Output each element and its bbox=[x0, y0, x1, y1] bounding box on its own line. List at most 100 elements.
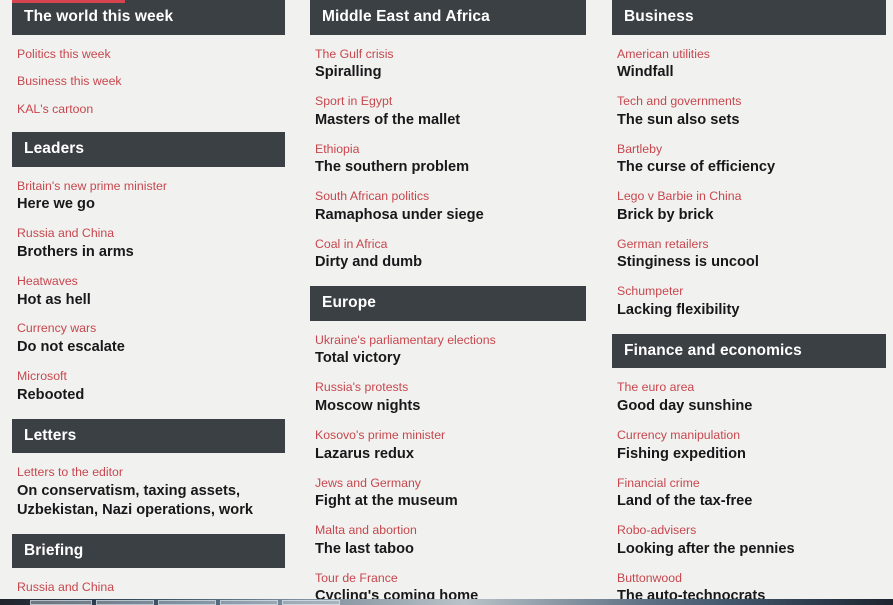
article-title-link[interactable]: Lacking flexibility bbox=[617, 301, 886, 320]
article-entry: Britain's new prime minister Here we go bbox=[17, 178, 285, 215]
article-title-link[interactable]: Windfall bbox=[617, 63, 886, 82]
article-rubric-link[interactable]: Currency wars bbox=[17, 320, 285, 337]
article-entry: Kosovo's prime minister Lazarus redux bbox=[315, 427, 586, 464]
article-title-link[interactable]: Fishing expedition bbox=[617, 445, 886, 464]
desktop-taskbar-strip bbox=[0, 599, 893, 605]
article-rubric-link[interactable]: Schumpeter bbox=[617, 283, 886, 300]
article-entry: Financial crime Land of the tax-free bbox=[617, 475, 886, 512]
article-title-link[interactable]: On conservatism, taxing assets, Uzbekist… bbox=[17, 482, 285, 520]
article-entry: Ukraine's parliamentary elections Total v… bbox=[315, 332, 586, 369]
article-entry: Currency manipulation Fishing expedition bbox=[617, 427, 886, 464]
article-entry: Tour de France Cycling's coming home bbox=[315, 570, 586, 599]
article-rubric-link[interactable]: Sport in Egypt bbox=[315, 93, 586, 110]
article-rubric-link[interactable]: Microsoft bbox=[17, 368, 285, 385]
article-rubric-link[interactable]: Robo-advisers bbox=[617, 522, 886, 539]
article-entry: Currency wars Do not escalate bbox=[17, 320, 285, 357]
article-rubric-link[interactable]: Lego v Barbie in China bbox=[617, 188, 886, 205]
article-title-link[interactable]: Do not escalate bbox=[17, 338, 285, 357]
contents-page: The world this week Politics this week Bus… bbox=[0, 0, 893, 599]
top-accent-bar bbox=[12, 0, 125, 3]
article-rubric-link[interactable]: Bartleby bbox=[617, 141, 886, 158]
article-title-link[interactable]: Brothers in arms bbox=[17, 243, 285, 262]
article-entry: Lego v Barbie in China Brick by brick bbox=[617, 188, 886, 225]
taskbar-window-button[interactable] bbox=[30, 600, 92, 605]
article-rubric-link[interactable]: The Gulf crisis bbox=[315, 46, 586, 63]
article-rubric-link[interactable]: Tour de France bbox=[315, 570, 586, 587]
article-title-link[interactable]: Looking after the pennies bbox=[617, 540, 886, 559]
article-title-link[interactable]: Lazarus redux bbox=[315, 445, 586, 464]
article-entry: Tech and governments The sun also sets bbox=[617, 93, 886, 130]
article-rubric-link[interactable]: Business this week bbox=[17, 73, 285, 90]
article-title-link[interactable]: Dirty and dumb bbox=[315, 253, 586, 272]
article-title-link[interactable]: Here we go bbox=[17, 195, 285, 214]
article-title-link[interactable]: Spiralling bbox=[315, 63, 586, 82]
article-rubric-link[interactable]: German retailers bbox=[617, 236, 886, 253]
article-rubric-link[interactable]: Heatwaves bbox=[17, 273, 285, 290]
article-rubric-link[interactable]: Coal in Africa bbox=[315, 236, 586, 253]
article-rubric-link[interactable]: Russia and China bbox=[17, 225, 285, 242]
article-title-link[interactable]: Masters of the mallet bbox=[315, 111, 586, 130]
article-rubric-link[interactable]: KAL's cartoon bbox=[17, 101, 285, 118]
section-article-list: Politics this week Business this week KAL'… bbox=[12, 35, 285, 133]
article-rubric-link[interactable]: Letters to the editor bbox=[17, 464, 285, 481]
article-title-link[interactable]: The curse of efficiency bbox=[617, 158, 886, 177]
article-entry: Heatwaves Hot as hell bbox=[17, 273, 285, 310]
article-title-link[interactable]: Total victory bbox=[315, 349, 586, 368]
section-article-list: American utilities Windfall Tech and gover… bbox=[612, 35, 886, 334]
article-rubric-link[interactable]: Tech and governments bbox=[617, 93, 886, 110]
article-title-link[interactable]: Fight at the museum bbox=[315, 492, 586, 511]
article-title-link[interactable]: The last taboo bbox=[315, 540, 586, 559]
article-entry: Sport in Egypt Masters of the mallet bbox=[315, 93, 586, 130]
article-rubric-link[interactable]: Jews and Germany bbox=[315, 475, 586, 492]
article-rubric-link[interactable]: South African politics bbox=[315, 188, 586, 205]
article-entry: Malta and abortion The last taboo bbox=[315, 522, 586, 559]
article-rubric-link[interactable]: Financial crime bbox=[617, 475, 886, 492]
taskbar-window-button[interactable] bbox=[158, 600, 216, 605]
article-rubric-link[interactable]: Ethiopia bbox=[315, 141, 586, 158]
article-title-link[interactable]: Land of the tax-free bbox=[617, 492, 886, 511]
section-heading: Middle East and Africa bbox=[310, 0, 586, 35]
article-entry: The Gulf crisis Spiralling bbox=[315, 46, 586, 83]
article-entry: Ethiopia The southern problem bbox=[315, 141, 586, 178]
article-title-link[interactable]: Stinginess is uncool bbox=[617, 253, 886, 272]
article-rubric-link[interactable]: American utilities bbox=[617, 46, 886, 63]
article-title-link[interactable]: Cycling's coming home bbox=[315, 587, 586, 599]
section-heading: Finance and economics bbox=[612, 333, 886, 369]
taskbar-window-button[interactable] bbox=[96, 600, 154, 605]
article-rubric-link[interactable]: Politics this week bbox=[17, 46, 285, 63]
article-rubric-link[interactable]: Ukraine's parliamentary elections bbox=[315, 332, 586, 349]
article-title-link[interactable]: Hot as hell bbox=[17, 291, 285, 310]
section-article-list: Britain's new prime minister Here we go Ru… bbox=[12, 167, 285, 419]
article-entry: Coal in Africa Dirty and dumb bbox=[315, 236, 586, 273]
taskbar-window-button[interactable] bbox=[282, 600, 340, 605]
article-entry: Microsoft Rebooted bbox=[17, 368, 285, 405]
article-title-link[interactable]: Ramaphosa under siege bbox=[315, 206, 586, 225]
article-rubric-link[interactable]: Buttonwood bbox=[617, 570, 886, 587]
section-heading: Leaders bbox=[12, 132, 285, 167]
article-entry: Jews and Germany Fight at the museum bbox=[315, 475, 586, 512]
article-rubric-link[interactable]: Russia and China bbox=[17, 579, 285, 596]
article-entry: American utilities Windfall bbox=[617, 46, 886, 83]
article-title-link[interactable]: The auto-technocrats bbox=[617, 587, 886, 599]
article-rubric-link[interactable]: Britain's new prime minister bbox=[17, 178, 285, 195]
article-rubric-link[interactable]: Currency manipulation bbox=[617, 427, 886, 444]
taskbar-window-button[interactable] bbox=[220, 600, 278, 605]
section-article-list: The Gulf crisis Spiralling Sport in Egypt M… bbox=[310, 35, 586, 287]
article-title-link[interactable]: Moscow nights bbox=[315, 397, 586, 416]
article-title-link[interactable]: Brick by brick bbox=[617, 206, 886, 225]
article-title-link[interactable]: The sun also sets bbox=[617, 111, 886, 130]
section: Business American utilities Windfall Tech a… bbox=[612, 0, 886, 334]
article-rubric-link[interactable]: Kosovo's prime minister bbox=[315, 427, 586, 444]
section: Leaders Britain's new prime minister Here … bbox=[12, 132, 285, 418]
article-entry: Letters to the editor On conservatism, ta… bbox=[17, 464, 285, 520]
article-title-link[interactable]: The southern problem bbox=[315, 158, 586, 177]
article-entry: Russia and China Brothers in arms bbox=[17, 225, 285, 262]
article-entry: Bartleby The curse of efficiency bbox=[617, 141, 886, 178]
section: Letters Letters to the editor On conservat… bbox=[12, 418, 285, 534]
article-rubric-link[interactable]: Russia's protests bbox=[315, 379, 586, 396]
article-title-link[interactable]: Good day sunshine bbox=[617, 397, 886, 416]
section-article-list: Russia and China bbox=[12, 568, 285, 599]
article-rubric-link[interactable]: The euro area bbox=[617, 379, 886, 396]
article-rubric-link[interactable]: Malta and abortion bbox=[315, 522, 586, 539]
article-title-link[interactable]: Rebooted bbox=[17, 386, 285, 405]
